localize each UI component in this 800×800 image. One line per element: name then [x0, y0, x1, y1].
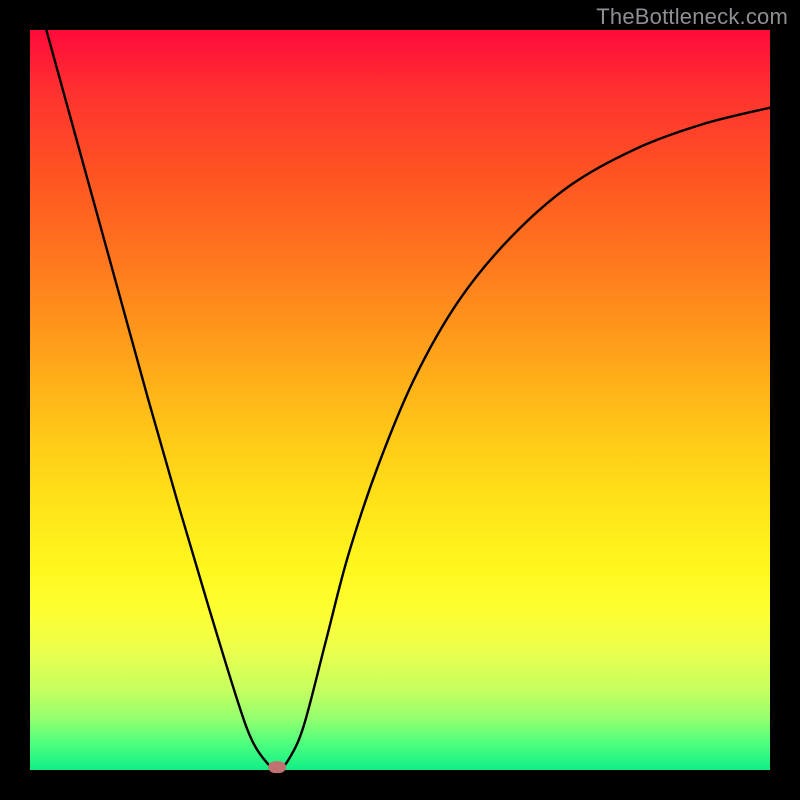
plot-area: [30, 30, 770, 770]
curve-line: [30, 30, 770, 770]
chart-frame: TheBottleneck.com: [0, 0, 800, 800]
minimum-marker: [268, 761, 286, 773]
curve-layer: [30, 30, 770, 770]
watermark-text: TheBottleneck.com: [596, 4, 788, 30]
